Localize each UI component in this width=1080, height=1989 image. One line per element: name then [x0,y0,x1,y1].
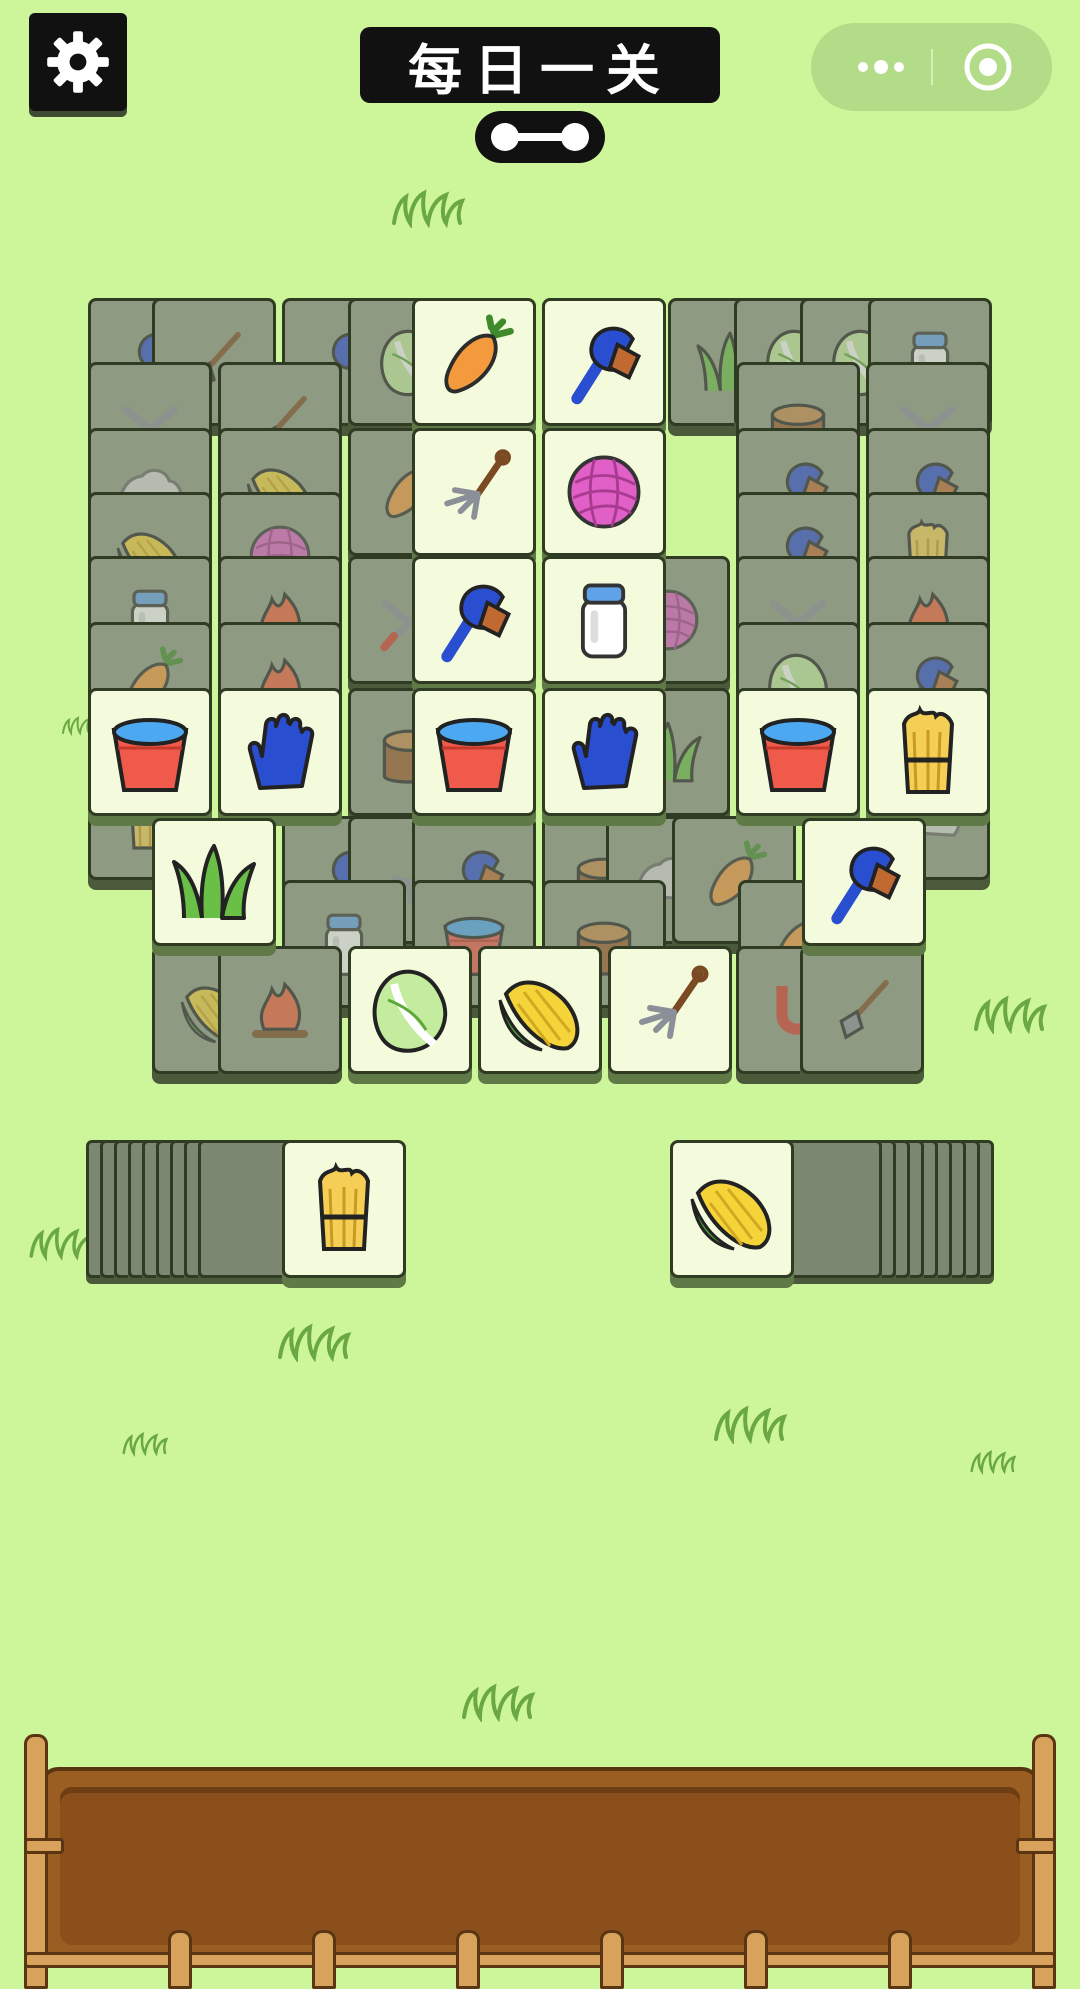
bucket-icon [748,702,848,802]
wheat-bundle-icon [294,1159,394,1259]
tile-cabbage[interactable] [348,946,472,1074]
tile-carrot[interactable] [412,298,536,426]
fence-rail [1016,1838,1056,1854]
left-tile-stack [86,1138,416,1288]
tile-glove[interactable] [218,688,342,816]
tile-bucket[interactable] [412,688,536,816]
tile-corn[interactable] [478,946,602,1074]
fence-post [600,1930,624,1989]
fence-rail [24,1838,64,1854]
brush-icon [426,572,522,668]
fence-post [888,1930,912,1989]
fence-post [1032,1734,1056,1989]
brush-icon [556,314,652,410]
glove-icon [554,702,654,802]
corn-icon [490,960,590,1060]
tile-wheat-bundle[interactable] [866,688,990,816]
tile-pitchfork[interactable] [412,428,536,556]
bucket-icon [100,702,200,802]
grass-decoration-icon [274,1320,354,1362]
tile-grass-tuft[interactable] [152,818,276,946]
yarn-icon [556,444,652,540]
fence-post [312,1930,336,1989]
fence-post [744,1930,768,1989]
tile-corn[interactable] [670,1140,794,1278]
pitchfork-icon [426,444,522,540]
tile-board [0,0,1080,1300]
grass-decoration-icon [458,1680,538,1722]
corn-icon [682,1159,782,1259]
milk-jar-icon [556,572,652,668]
tile-milk-jar[interactable] [542,556,666,684]
right-tile-stack [670,1138,1000,1288]
cabbage-icon [360,960,460,1060]
tile-brush[interactable] [542,298,666,426]
grass-decoration-icon [710,1402,790,1444]
tile-yarn[interactable] [542,428,666,556]
carrot-icon [426,314,522,410]
grass-tuft-icon [164,832,264,932]
pitchfork-icon [620,960,720,1060]
covered-tile [800,946,924,1074]
glove-icon [230,702,330,802]
brush-icon [816,834,912,930]
fence-post [168,1930,192,1989]
covered-tile [218,946,342,1074]
fence-post [456,1930,480,1989]
tile-bucket[interactable] [88,688,212,816]
tile-wheat-bundle[interactable] [282,1140,406,1278]
tile-pitchfork[interactable] [608,946,732,1074]
grass-decoration-icon [968,1436,1018,1486]
grass-decoration-icon [120,1418,170,1468]
tile-brush[interactable] [802,818,926,946]
tile-brush[interactable] [412,556,536,684]
tile-glove[interactable] [542,688,666,816]
tile-bucket[interactable] [736,688,860,816]
wheat-bundle-icon [878,702,978,802]
bucket-icon [424,702,524,802]
fence-post [24,1734,48,1989]
